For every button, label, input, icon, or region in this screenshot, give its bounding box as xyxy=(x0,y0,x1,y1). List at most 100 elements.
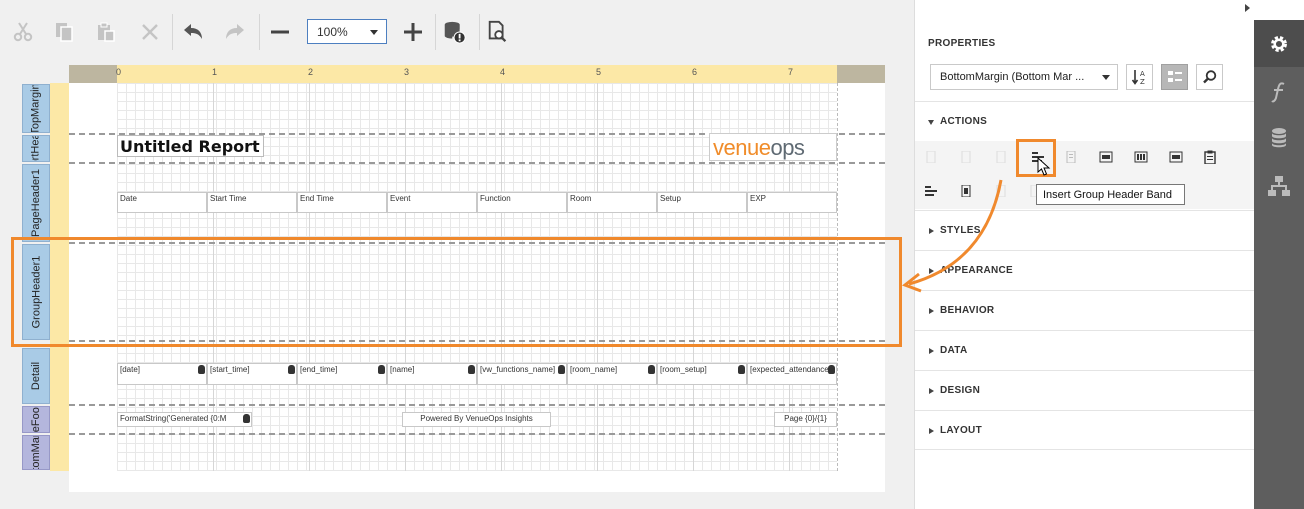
band-action-icon[interactable] xyxy=(925,151,937,163)
database-icon xyxy=(1272,127,1286,147)
detail-cell-attendance[interactable]: [expected_attendance] xyxy=(747,363,837,385)
database-icon xyxy=(378,365,385,374)
database-icon xyxy=(738,365,745,374)
database-icon xyxy=(243,414,250,423)
band-action-icon[interactable] xyxy=(1169,151,1183,163)
sort-alphabetical-button[interactable]: AZ xyxy=(1126,64,1153,90)
band-action-icon[interactable] xyxy=(1065,151,1077,163)
section-behavior[interactable]: BEHAVIOR xyxy=(915,290,1255,330)
band-tab-page-header[interactable]: PageHeader1 xyxy=(22,164,50,242)
field-text: [end_time] xyxy=(300,365,338,374)
section-design[interactable]: DESIGN xyxy=(915,370,1255,410)
detail-cell-room[interactable]: [room_name] xyxy=(567,363,657,385)
header-cell-start-time[interactable]: Start Time xyxy=(207,192,297,213)
svg-text:Z: Z xyxy=(1140,78,1145,86)
footer-generated-label[interactable]: FormatString('Generated {0:M xyxy=(117,412,252,427)
band-separator[interactable] xyxy=(69,162,885,164)
undo-icon[interactable] xyxy=(181,20,205,44)
field-text: [name] xyxy=(390,365,415,374)
detail-cell-start-time[interactable]: [start_time] xyxy=(207,363,297,385)
categorized-view-button[interactable] xyxy=(1161,64,1188,90)
chevron-right-icon xyxy=(929,388,934,394)
function-icon xyxy=(1271,81,1285,102)
detail-cell-function[interactable]: [vw_functions_name] xyxy=(477,363,567,385)
delete-icon[interactable] xyxy=(138,20,162,44)
header-cell-function[interactable]: Function xyxy=(477,192,567,213)
chevron-down-icon xyxy=(370,30,378,35)
expressions-tab[interactable] xyxy=(1254,68,1304,115)
header-cell-end-time[interactable]: End Time xyxy=(297,192,387,213)
chevron-right-icon xyxy=(929,348,934,354)
paste-icon[interactable] xyxy=(94,20,118,44)
band-tab-detail[interactable]: Detail xyxy=(22,348,50,404)
hierarchy-icon xyxy=(1268,175,1290,196)
footer-page-number-label[interactable]: Page {0}/{1} xyxy=(774,412,837,427)
report-explorer-tab[interactable] xyxy=(1254,162,1304,209)
horizontal-ruler: 0 1 2 3 4 5 6 7 xyxy=(69,65,885,83)
header-cell-date[interactable]: Date xyxy=(117,192,207,213)
detail-cell-setup[interactable]: [room_setup] xyxy=(657,363,747,385)
ruler-number: 5 xyxy=(596,67,602,77)
band-action-icon[interactable] xyxy=(1134,151,1148,163)
company-logo[interactable]: venueops xyxy=(709,133,837,161)
band-action-icon[interactable] xyxy=(960,151,972,163)
section-label: ACTIONS xyxy=(940,116,988,127)
scissors-icon[interactable] xyxy=(11,20,35,44)
field-text: [start_time] xyxy=(210,365,250,374)
band-tab-report-header[interactable]: ReportHeader1 xyxy=(22,135,50,162)
clipboard-icon[interactable] xyxy=(1204,150,1216,164)
field-list-tab[interactable] xyxy=(1254,114,1304,161)
gear-icon xyxy=(1271,35,1287,52)
detail-cell-name[interactable]: [name] xyxy=(387,363,477,385)
header-cell-event[interactable]: Event xyxy=(387,192,477,213)
zoom-in-icon[interactable] xyxy=(401,20,425,44)
detail-cell-date[interactable]: [date] xyxy=(117,363,207,385)
preview-icon[interactable] xyxy=(486,20,510,44)
field-text: FormatString('Generated {0:M xyxy=(120,414,227,423)
data-source-warning-icon[interactable] xyxy=(443,20,467,44)
band-action-icon[interactable] xyxy=(995,151,1007,163)
header-cell-setup[interactable]: Setup xyxy=(657,192,747,213)
search-button[interactable] xyxy=(1196,64,1223,90)
annotation-arrow xyxy=(901,179,1003,293)
detail-cell-end-time[interactable]: [end_time] xyxy=(297,363,387,385)
database-icon xyxy=(648,365,655,374)
tooltip: Insert Group Header Band xyxy=(1036,184,1185,205)
band-action-icon[interactable] xyxy=(1099,151,1113,163)
band-tab-top-margin[interactable]: TopMargin xyxy=(22,84,50,133)
zoom-value: 100% xyxy=(317,25,348,39)
properties-tab[interactable] xyxy=(1254,20,1304,67)
report-title-label[interactable]: Untitled Report xyxy=(117,135,264,157)
ruler-number: 2 xyxy=(308,67,314,77)
band-tab-bottom-margin[interactable]: BottomMargin xyxy=(22,435,50,470)
field-text: [expected_attendance] xyxy=(750,365,831,374)
database-icon xyxy=(468,365,475,374)
right-sidebar xyxy=(1254,0,1304,509)
group-header-highlight xyxy=(11,237,902,347)
section-label: LAYOUT xyxy=(940,425,982,436)
zoom-select[interactable]: 100% xyxy=(307,19,387,44)
band-label: PageHeader1 xyxy=(30,169,43,237)
section-label: BEHAVIOR xyxy=(940,305,995,316)
mouse-cursor-icon xyxy=(1037,157,1051,176)
logo-text: venue xyxy=(713,135,771,160)
section-data[interactable]: DATA xyxy=(915,330,1255,370)
band-tab-page-footer[interactable]: PageFooter1 xyxy=(22,406,50,433)
logo-text: ops xyxy=(770,135,805,160)
chevron-down-icon xyxy=(1102,75,1110,80)
database-icon xyxy=(288,365,295,374)
section-layout[interactable]: LAYOUT xyxy=(915,410,1255,450)
header-cell-room[interactable]: Room xyxy=(567,192,657,213)
band-separator[interactable] xyxy=(69,433,885,435)
section-actions[interactable]: ACTIONS xyxy=(915,101,1255,141)
footer-powered-by-label[interactable]: Powered By VenueOps Insights xyxy=(402,412,551,427)
copy-icon[interactable] xyxy=(52,20,76,44)
search-icon xyxy=(1202,70,1216,84)
header-cell-exp[interactable]: EXP xyxy=(747,192,837,213)
object-selector[interactable]: BottomMargin (Bottom Mar ... xyxy=(930,64,1118,90)
chevron-right-icon[interactable] xyxy=(1245,4,1250,12)
ruler-number: 6 xyxy=(692,67,698,77)
band-separator[interactable] xyxy=(69,404,885,406)
redo-icon[interactable] xyxy=(223,20,247,44)
zoom-out-icon[interactable] xyxy=(268,20,292,44)
